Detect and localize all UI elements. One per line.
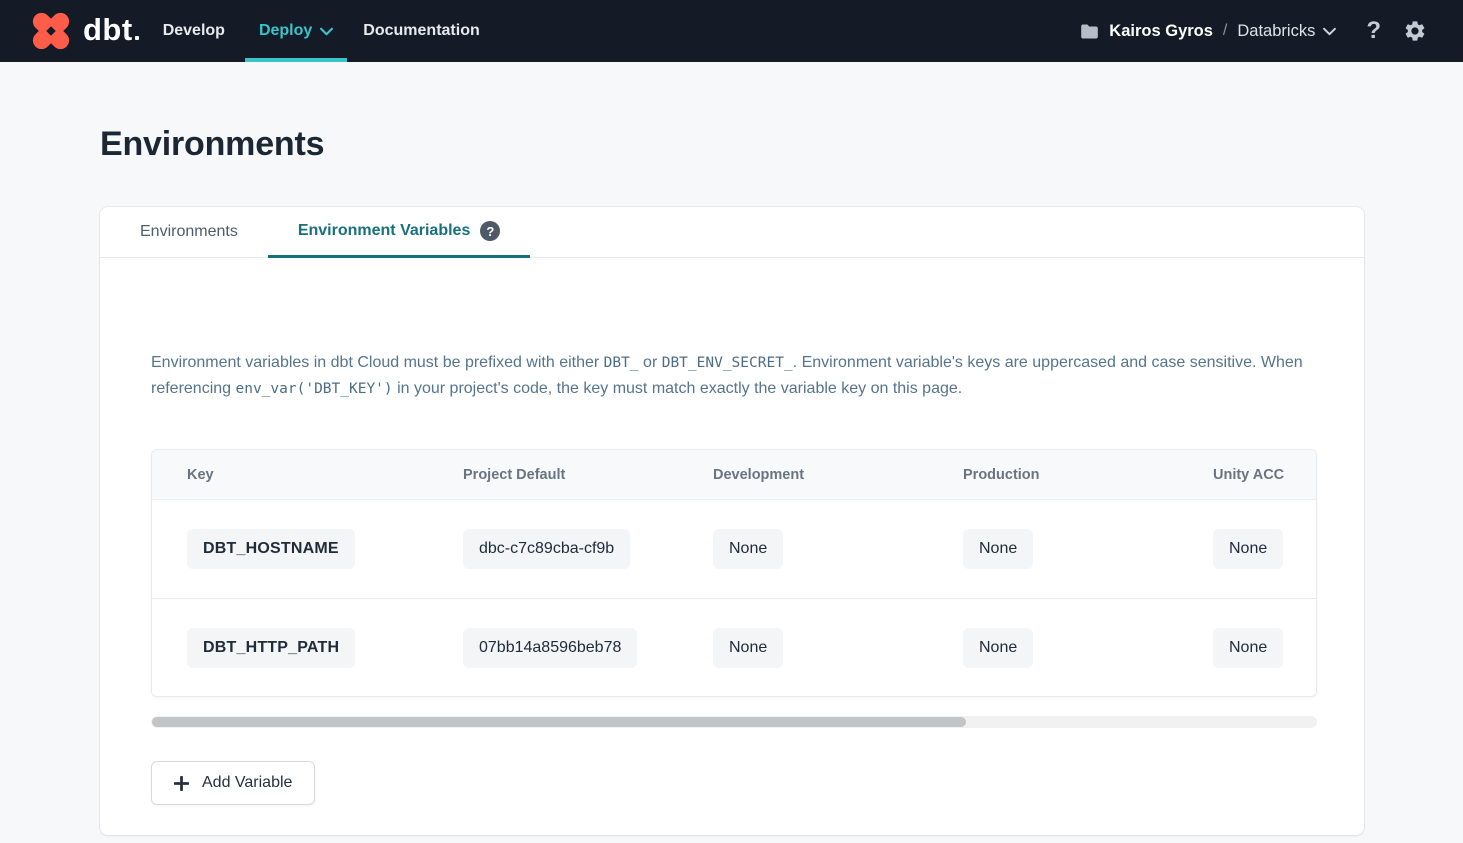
page-title: Environments [100, 126, 1463, 163]
code-env-var-example: env_var('DBT_KEY') [236, 381, 393, 397]
tab-help-icon[interactable]: ? [480, 221, 500, 241]
cell-production: None [963, 529, 1213, 569]
nav-item-documentation[interactable]: Documentation [363, 0, 479, 62]
production-value-chip[interactable]: None [963, 628, 1033, 668]
column-header-unity-acc: Unity ACC [1213, 467, 1316, 483]
add-variable-label: Add Variable [202, 774, 292, 792]
unity-acc-value-chip[interactable]: None [1213, 529, 1283, 569]
horizontal-scrollbar-thumb[interactable] [152, 717, 966, 727]
project-default-chip[interactable]: 07bb14a8596beb78 [463, 628, 637, 668]
table-row: DBT_HTTP_PATH 07bb14a8596beb78 None None… [152, 598, 1316, 696]
tab-panel-environment-variables: Environment variables in dbt Cloud must … [100, 258, 1364, 835]
cell-project-default: 07bb14a8596beb78 [463, 628, 713, 668]
code-dbt-env-secret-prefix: DBT_ENV_SECRET_ [662, 355, 793, 371]
variable-key-chip[interactable]: DBT_HTTP_PATH [187, 628, 355, 668]
tab-environments-label: Environments [140, 223, 238, 241]
cell-project-default: dbc-c7c89cba-cf9b [463, 529, 713, 569]
dbt-logo-icon [28, 8, 74, 54]
horizontal-scrollbar-track[interactable] [151, 716, 1317, 728]
tab-environments[interactable]: Environments [140, 207, 238, 257]
account-name: Kairos Gyros [1109, 22, 1213, 41]
breadcrumb-separator: / [1223, 22, 1227, 40]
plus-icon [174, 776, 189, 791]
production-value-chip[interactable]: None [963, 529, 1033, 569]
column-header-production: Production [963, 467, 1213, 483]
project-name: Databricks [1237, 22, 1315, 41]
account-project-switcher[interactable]: Kairos Gyros / Databricks [1079, 21, 1336, 42]
nav-item-develop[interactable]: Develop [163, 0, 225, 62]
nav-active-underline [245, 58, 347, 62]
code-dbt-prefix: DBT_ [604, 355, 639, 371]
top-navbar: dbt Develop Deploy Documentation Kairos … [0, 0, 1463, 62]
logo-trademark-dot [135, 36, 139, 40]
variable-key-chip[interactable]: DBT_HOSTNAME [187, 529, 355, 569]
cell-production: None [963, 628, 1213, 668]
tab-environment-variables-label: Environment Variables [298, 222, 471, 240]
cell-unity-acc: None [1213, 529, 1316, 569]
help-icon[interactable]: ? [1366, 19, 1381, 43]
table-header-row: Key Project Default Development Producti… [152, 450, 1316, 500]
nav-item-documentation-label: Documentation [363, 22, 479, 40]
add-variable-button[interactable]: Add Variable [151, 761, 315, 805]
primary-nav: Develop Deploy Documentation [163, 0, 480, 62]
chevron-down-icon [320, 27, 333, 36]
nav-item-develop-label: Develop [163, 22, 225, 40]
description-part: Environment variables in dbt Cloud must … [151, 354, 604, 371]
chevron-down-icon [1323, 27, 1336, 36]
column-header-key: Key [187, 467, 463, 483]
cell-key: DBT_HOSTNAME [187, 529, 463, 569]
tab-environment-variables[interactable]: Environment Variables ? [268, 207, 531, 258]
environment-variables-table: Key Project Default Development Producti… [151, 449, 1317, 697]
nav-item-deploy[interactable]: Deploy [245, 0, 347, 62]
development-value-chip[interactable]: None [713, 529, 783, 569]
tab-strip: Environments Environment Variables ? [100, 207, 1364, 258]
cell-key: DBT_HTTP_PATH [187, 628, 463, 668]
description-part: in your project's code, the key must mat… [393, 380, 963, 397]
gear-icon[interactable] [1403, 19, 1427, 43]
description-part: or [639, 354, 662, 371]
navbar-right: Kairos Gyros / Databricks ? [1079, 19, 1427, 43]
unity-acc-value-chip[interactable]: None [1213, 628, 1283, 668]
environments-card: Environments Environment Variables ? Env… [100, 207, 1364, 835]
cell-unity-acc: None [1213, 628, 1316, 668]
dbt-logo-text: dbt [83, 14, 133, 45]
description-text: Environment variables in dbt Cloud must … [151, 350, 1317, 402]
column-header-development: Development [713, 467, 963, 483]
development-value-chip[interactable]: None [713, 628, 783, 668]
dbt-logo[interactable]: dbt [28, 8, 139, 54]
project-default-chip[interactable]: dbc-c7c89cba-cf9b [463, 529, 630, 569]
folder-icon [1079, 21, 1100, 42]
cell-development: None [713, 529, 963, 569]
column-header-project-default: Project Default [463, 467, 713, 483]
table-row: DBT_HOSTNAME dbc-c7c89cba-cf9b None None… [152, 500, 1316, 598]
cell-development: None [713, 628, 963, 668]
nav-item-deploy-label: Deploy [259, 22, 312, 40]
